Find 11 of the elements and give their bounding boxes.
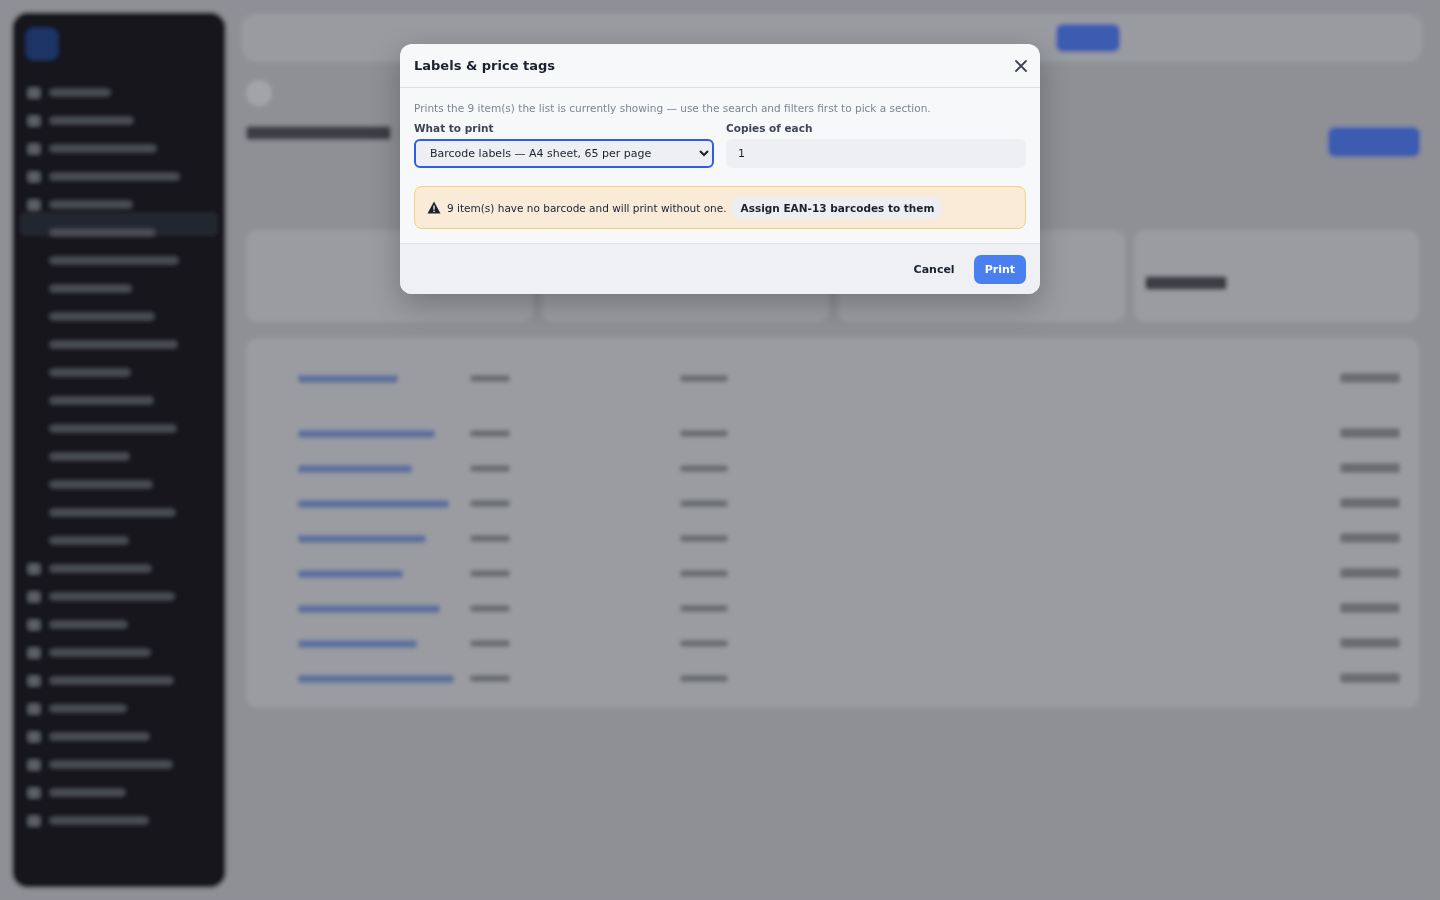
warning-text: 9 item(s) have no barcode and will print without one. — [447, 201, 727, 214]
assign-barcodes-button[interactable]: Assign EAN-13 barcodes to them — [732, 196, 943, 219]
input-field[interactable]: 1 — [726, 139, 1026, 168]
dialog-description: Prints the 9 item(s) the list is currently showing — use the search and filters first to pick a section. — [414, 102, 932, 114]
cancel-button[interactable]: Cancel — [902, 254, 966, 284]
field-label: What to print — [414, 122, 495, 134]
field-label: Copies of each — [726, 122, 814, 134]
warning-icon — [427, 201, 441, 214]
select-field[interactable]: Barcode labels — A4 sheet, 65 per page — [414, 139, 714, 168]
dialog-title: Labels & price tags — [414, 58, 555, 73]
print-button[interactable]: Print — [973, 254, 1026, 284]
